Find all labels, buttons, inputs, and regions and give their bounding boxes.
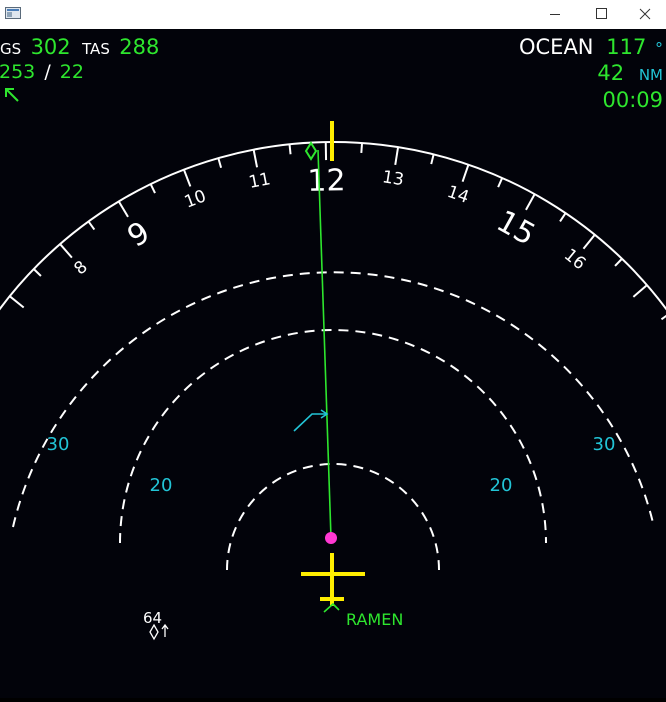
- window-title-bar: [0, 0, 666, 29]
- tas-value: 288: [119, 35, 159, 59]
- traffic-diamond-icon: [150, 625, 158, 639]
- compass-label: 13: [381, 167, 406, 190]
- range-label-middle-right: 20: [490, 475, 513, 496]
- compass-tick: [361, 143, 362, 153]
- traffic-climb-arrow-icon: [162, 625, 168, 637]
- close-button[interactable]: [622, 0, 666, 29]
- compass-labels: 8 9 10 11 12 13 14 15 16: [70, 163, 589, 279]
- aircraft-symbol-icon: [301, 553, 365, 606]
- gs-row: GS 302 TAS 288: [0, 35, 159, 59]
- compass-tick: [498, 178, 502, 187]
- gs-label: GS: [0, 40, 21, 58]
- minimize-button[interactable]: [532, 0, 578, 29]
- wind-row: 253 / 22: [0, 61, 84, 83]
- maximize-icon: [578, 0, 624, 29]
- wind-speed: 22: [60, 61, 84, 83]
- turn-symbol-icon: [294, 414, 326, 431]
- close-icon: [622, 0, 666, 29]
- track-diamond-icon: [306, 143, 316, 159]
- compass-label: 12: [307, 163, 346, 199]
- compass-tick: [395, 147, 398, 165]
- range-label-outer-left: 30: [47, 434, 70, 455]
- compass-label: 11: [247, 169, 272, 193]
- minimize-icon: [532, 0, 578, 29]
- waypoint-label: RAMEN: [346, 610, 403, 629]
- waypoint-time: 00:09: [602, 88, 663, 112]
- compass-label: 15: [491, 204, 541, 253]
- range-ring-middle: [120, 330, 546, 543]
- range-label-middle-left: 20: [150, 475, 173, 496]
- active-waypoint-marker: [325, 532, 337, 544]
- wind-arrow-icon: [6, 89, 18, 101]
- compass-tick: [218, 158, 221, 168]
- compass-tick: [10, 296, 24, 307]
- compass-tick: [560, 213, 566, 221]
- compass-tick: [254, 150, 257, 168]
- compass-tick: [661, 313, 666, 319]
- compass-tick: [463, 165, 469, 182]
- compass-tick: [88, 221, 94, 229]
- nd-canvas: 8 9 10 11 12 13 14 15 16 30 20 20 30 RAMEN: [0, 29, 666, 698]
- compass-tick: [60, 244, 72, 258]
- wind-separator: /: [44, 61, 51, 83]
- navigation-display: 8 9 10 11 12 13 14 15 16 30 20 20 30 RAMEN: [0, 29, 666, 698]
- waypoint-bearing: 117: [606, 35, 646, 59]
- gs-value: 302: [31, 35, 71, 59]
- range-label-outer-right: 30: [593, 434, 616, 455]
- compass-tick: [151, 184, 155, 193]
- compass-label: 16: [560, 245, 589, 274]
- waypoint-distance: 42: [597, 61, 624, 85]
- waypoint-bearing-unit: °: [655, 39, 663, 58]
- compass-tick: [184, 170, 190, 187]
- compass-tick: [633, 285, 647, 297]
- compass-label: 9: [122, 215, 156, 255]
- tas-label: TAS: [81, 40, 110, 58]
- waypoint-symbol-icon: [324, 604, 339, 612]
- compass-label: 8: [70, 257, 91, 279]
- compass-label: 14: [445, 182, 472, 208]
- compass-tick: [615, 259, 622, 266]
- active-route-line: [318, 150, 331, 538]
- distance-unit: NM: [639, 66, 663, 84]
- compass-label: 10: [182, 186, 209, 212]
- next-waypoint-name: OCEAN: [519, 35, 594, 59]
- compass-tick: [119, 201, 128, 216]
- range-ring-outer: [13, 272, 654, 527]
- maximize-button[interactable]: [578, 0, 624, 29]
- compass-tick: [583, 235, 594, 249]
- compass-tick: [34, 269, 41, 276]
- waypoint-info-row: OCEAN 117 °: [519, 35, 663, 59]
- wind-direction: 253: [0, 61, 35, 83]
- compass-tick: [290, 144, 291, 154]
- distance-row: 42 NM: [597, 61, 663, 85]
- traffic-altitude-label: 64: [143, 609, 162, 627]
- app-icon: [5, 6, 21, 20]
- compass-tick: [431, 154, 433, 164]
- compass-tick: [526, 194, 535, 210]
